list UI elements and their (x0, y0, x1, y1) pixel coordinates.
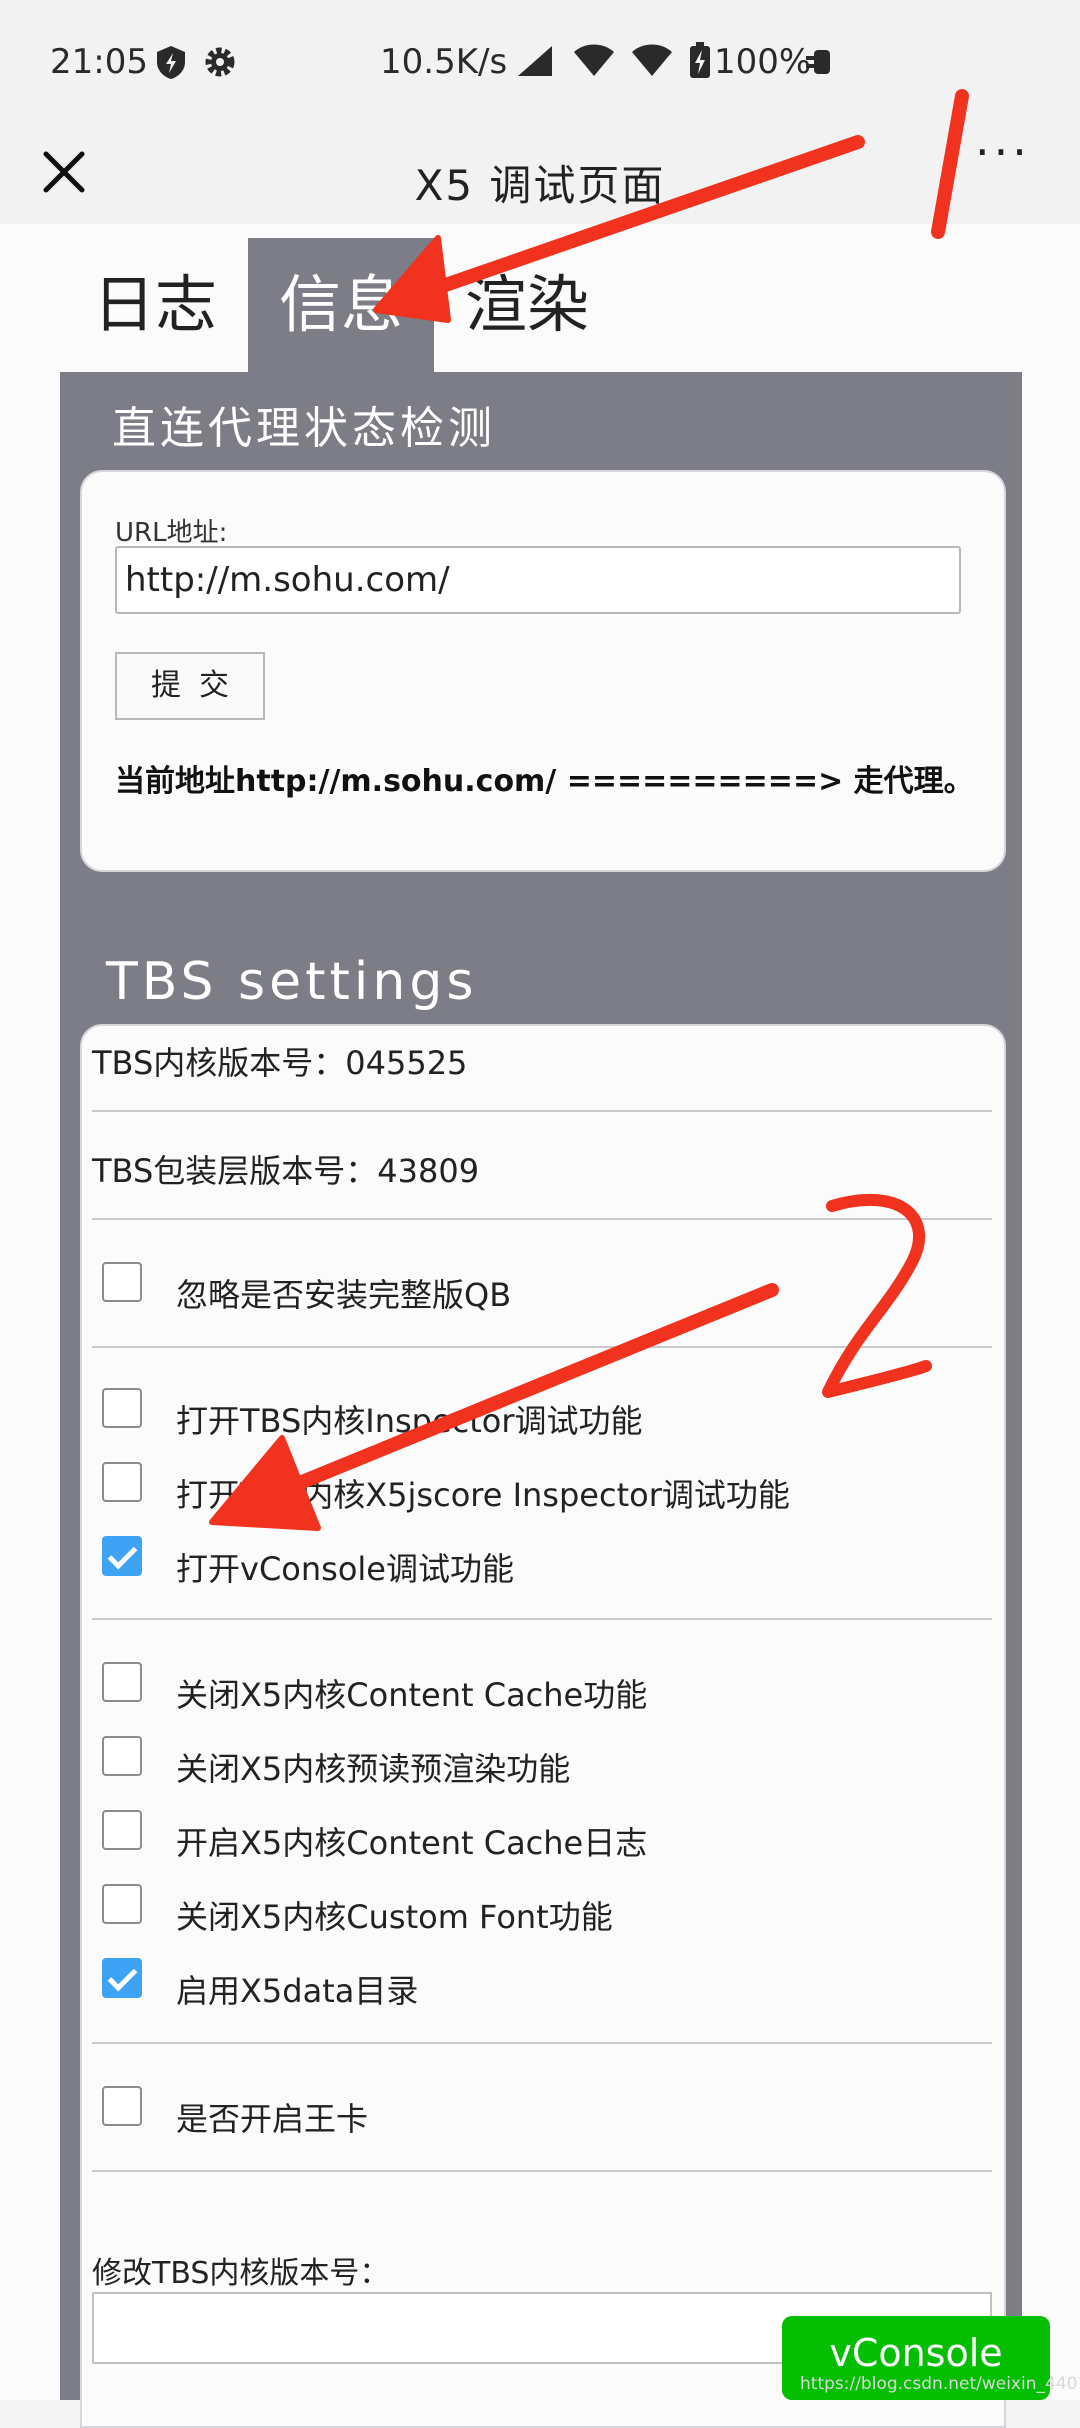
checkbox-disable-custom-font[interactable] (102, 1884, 142, 1924)
divider (92, 1346, 992, 1348)
charging-plug-icon (806, 50, 830, 74)
proxy-section-title: 直连代理状态检测 (112, 403, 496, 454)
status-bar: 21:05 10.5K/s 100% (0, 0, 1080, 120)
checkbox-label: 是否开启王卡 (176, 2100, 369, 2138)
wifi-icon (574, 44, 614, 76)
checkbox-label: 开启X5内核Content Cache日志 (176, 1824, 648, 1862)
checkbox-label: 打开vConsole调试功能 (176, 1550, 514, 1588)
tab-render[interactable]: 渲染 (434, 238, 620, 372)
proxy-result-text: 当前地址http://m.sohu.com/ ==========> 走代理。 (115, 764, 974, 799)
status-time: 21:05 (50, 42, 148, 82)
divider (92, 1218, 992, 1220)
watermark-text: https://blog.csdn.net/weixin_44018938 (800, 2374, 1080, 2394)
signal-icon (518, 46, 552, 76)
shield-icon (157, 46, 185, 79)
divider (92, 1618, 992, 1620)
checkbox-label: 关闭X5内核Custom Font功能 (176, 1898, 613, 1936)
checkbox-tbs-inspector[interactable] (102, 1388, 142, 1428)
nav-bar: X5 调试页面 (0, 120, 1080, 224)
checkbox-label: 关闭X5内核Content Cache功能 (176, 1676, 648, 1714)
page-title: X5 调试页面 (414, 161, 666, 210)
checkbox-content-cache-log[interactable] (102, 1810, 142, 1850)
divider (92, 2170, 992, 2172)
checkbox-disable-content-cache[interactable] (102, 1662, 142, 1702)
checkbox-label: 关闭X5内核预读预渲染功能 (176, 1750, 571, 1788)
tbs-card (80, 1024, 1006, 2428)
battery-level: 100% (714, 42, 812, 82)
url-label: URL地址: (115, 518, 228, 548)
checkbox-disable-prerender[interactable] (102, 1736, 142, 1776)
modify-version-label: 修改TBS内核版本号： (92, 2256, 390, 2291)
checkbox-label: 忽略是否安装完整版QB (176, 1276, 512, 1314)
gear-icon (205, 47, 235, 77)
checkbox-wangka[interactable] (102, 2086, 142, 2126)
divider (92, 2042, 992, 2044)
checkbox-jscore-inspector[interactable] (102, 1462, 142, 1502)
tab-info[interactable]: 信息 (248, 238, 434, 372)
submit-button[interactable]: 提交 (115, 652, 265, 720)
tbs-shell-version: TBS包装层版本号：43809 (92, 1152, 480, 1190)
battery-icon (690, 42, 710, 78)
checkbox-label: 打开TBS内核Inspector调试功能 (176, 1402, 643, 1440)
checkbox-label: 启用X5data目录 (176, 1972, 419, 2010)
tbs-core-version: TBS内核版本号：045525 (92, 1044, 468, 1082)
checkbox-x5data-dir[interactable] (102, 1958, 142, 1998)
wifi-icon (632, 44, 672, 76)
more-menu-button[interactable]: ··· (975, 129, 1031, 175)
checkbox-label: 打开TBS内核X5jscore Inspector调试功能 (176, 1476, 790, 1514)
checkbox-ignore-qb[interactable] (102, 1262, 142, 1302)
tab-log[interactable]: 日志 (62, 238, 248, 372)
network-speed: 10.5K/s (380, 42, 508, 82)
tbs-section-title: TBS settings (106, 952, 478, 1012)
url-input[interactable]: http://m.sohu.com/ (115, 546, 961, 614)
divider (92, 1110, 992, 1112)
checkbox-vconsole[interactable] (102, 1536, 142, 1576)
